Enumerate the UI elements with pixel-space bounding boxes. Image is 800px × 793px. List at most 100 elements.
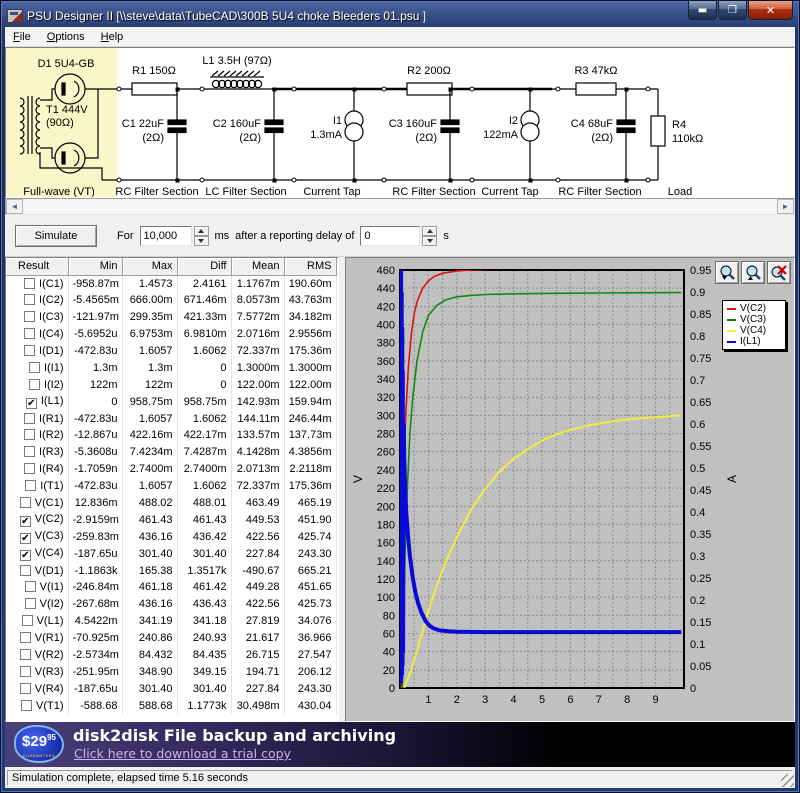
row-checkbox[interactable] xyxy=(20,565,31,576)
maximize-button[interactable]: ❒ xyxy=(718,1,747,20)
table-row[interactable]: I(C1)-958.87m1.45732.41611.1767m190.60m xyxy=(6,275,336,292)
schematic-canvas[interactable]: D1 5U4-GB T1 444V (90Ω) R1 150Ω L1 3.5H … xyxy=(5,47,795,198)
label-t1-sub: (90Ω) xyxy=(46,117,74,129)
table-row[interactable]: I(C3)-121.97m299.35m421.33m7.5772m34.182… xyxy=(6,309,336,326)
svg-text:380: 380 xyxy=(377,338,395,350)
col-mean[interactable]: Mean xyxy=(231,258,284,275)
row-checkbox[interactable] xyxy=(20,632,31,643)
cell-rms: 137.73m xyxy=(284,427,336,444)
row-checkbox[interactable] xyxy=(24,328,35,339)
row-checkbox[interactable]: ✔ xyxy=(20,550,31,561)
menu-help[interactable]: Help xyxy=(93,28,132,46)
table-row[interactable]: I(I1)1.3m1.3m01.3000m1.3000m xyxy=(6,359,336,376)
cell-mean: -490.67 xyxy=(231,562,284,579)
row-checkbox[interactable] xyxy=(20,649,31,660)
table-row[interactable]: ✔I(L1)0958.75m958.75m142.93m159.94m xyxy=(6,393,336,410)
row-checkbox[interactable] xyxy=(25,598,36,609)
table-row[interactable]: I(I2)122m122m0122.00m122.00m xyxy=(6,376,336,393)
row-checkbox[interactable] xyxy=(22,615,33,626)
table-row[interactable]: V(D1)-1.1863k165.381.3517k-490.67665.21 xyxy=(6,562,336,579)
row-checkbox[interactable] xyxy=(20,497,31,508)
delay-input[interactable] xyxy=(360,226,420,246)
delay-spin-down[interactable] xyxy=(422,236,437,246)
delay-spin-up[interactable] xyxy=(422,226,437,236)
duration-spin-down[interactable] xyxy=(194,236,209,246)
table-row[interactable]: V(L1)4.5422m341.19341.1827.81934.076 xyxy=(6,613,336,630)
table-row[interactable]: V(I1)-246.84m461.18461.42449.28451.65 xyxy=(6,579,336,596)
row-checkbox[interactable] xyxy=(24,311,35,322)
col-rms[interactable]: RMS xyxy=(284,258,336,275)
minimize-button[interactable]: ▬ xyxy=(688,1,717,20)
title-bar[interactable]: PSU Designer II [\\steve\data\TubeCAD\30… xyxy=(5,5,795,27)
table-row[interactable]: I(R3)-5.3608u7.4234m7.4287m4.1428m4.3856… xyxy=(6,444,336,461)
cell-rms: 2.9556m xyxy=(284,326,336,343)
row-checkbox[interactable] xyxy=(24,278,35,289)
menu-file[interactable]: File xyxy=(5,28,39,46)
col-result[interactable]: Result xyxy=(6,258,68,275)
zoom-out-icon[interactable] xyxy=(741,261,765,284)
svg-text:7: 7 xyxy=(596,694,602,706)
results-header[interactable]: Result Min Max Diff Mean RMS xyxy=(6,258,336,275)
table-row[interactable]: V(I2)-267.68m436.16436.43422.56425.73 xyxy=(6,596,336,613)
table-row[interactable]: I(C4)-5.6952u6.9753m6.9810m2.0716m2.9556… xyxy=(6,326,336,343)
row-checkbox[interactable]: ✔ xyxy=(20,516,31,527)
row-checkbox[interactable] xyxy=(20,683,31,694)
ad-banner[interactable]: $2995 GUARANTEED disk2disk File backup a… xyxy=(5,722,795,767)
table-row[interactable]: I(R1)-472.83u1.60571.6062144.11m246.44m xyxy=(6,410,336,427)
table-row[interactable]: ✔V(C3)-259.83m436.16436.42422.56425.74 xyxy=(6,528,336,545)
svg-text:0.05: 0.05 xyxy=(690,661,711,673)
row-checkbox[interactable] xyxy=(24,413,35,424)
current-source-i2 xyxy=(521,89,539,180)
simulate-button[interactable]: Simulate xyxy=(15,225,97,247)
table-row[interactable]: V(R2)-2.5734m84.43284.43526.71527.547 xyxy=(6,647,336,664)
window-title: PSU Designer II [\\steve\data\TubeCAD\30… xyxy=(27,9,426,23)
table-row[interactable]: V(T1)-588.68588.681.1773k30.498m430.04 xyxy=(6,697,336,714)
col-diff[interactable]: Diff xyxy=(177,258,231,275)
scroll-track[interactable] xyxy=(23,199,777,214)
table-row[interactable]: I(D1)-472.83u1.60571.606272.337m175.36m xyxy=(6,343,336,360)
row-checkbox[interactable] xyxy=(29,379,40,390)
table-row[interactable]: V(R1)-70.925m240.86240.9321.61736.966 xyxy=(6,630,336,647)
row-checkbox[interactable] xyxy=(21,700,32,711)
table-row[interactable]: I(C2)-5.4565m666.00m671.46m8.0573m43.763… xyxy=(6,292,336,309)
cell-mean: 194.71 xyxy=(231,663,284,680)
scroll-left-icon[interactable]: ◄ xyxy=(6,199,23,214)
cell-min: 12.836m xyxy=(68,495,122,512)
cell-rms: 190.60m xyxy=(284,275,336,292)
zoom-reset-icon[interactable] xyxy=(767,261,791,284)
close-button[interactable]: ✕ xyxy=(748,1,793,20)
row-checkbox[interactable] xyxy=(25,581,36,592)
row-checkbox[interactable] xyxy=(29,362,40,373)
zoom-in-icon[interactable] xyxy=(715,261,739,284)
col-min[interactable]: Min xyxy=(68,258,122,275)
cell-mean: 1.3000m xyxy=(231,359,284,376)
scroll-right-icon[interactable]: ► xyxy=(777,199,794,214)
row-checkbox[interactable] xyxy=(24,463,35,474)
table-row[interactable]: I(R2)-12.867u422.16m422.17m133.57m137.73… xyxy=(6,427,336,444)
capacitor-c4 xyxy=(617,89,635,180)
resize-grip[interactable] xyxy=(781,774,794,787)
row-checkbox[interactable] xyxy=(24,446,35,457)
ad-download-link[interactable]: Click here to download a trial copy xyxy=(74,746,291,761)
cell-max: 6.9753m xyxy=(122,326,177,343)
duration-spin-up[interactable] xyxy=(194,226,209,236)
row-checkbox[interactable]: ✔ xyxy=(26,398,37,409)
table-row[interactable]: V(R4)-187.65u301.40301.40227.84243.30 xyxy=(6,680,336,697)
row-checkbox[interactable] xyxy=(24,345,35,356)
table-row[interactable]: I(T1)-472.83u1.60571.606272.337m175.36m xyxy=(6,478,336,495)
table-row[interactable]: V(C1)12.836m488.02488.01463.49465.19 xyxy=(6,495,336,512)
col-max[interactable]: Max xyxy=(122,258,177,275)
row-checkbox[interactable] xyxy=(24,294,35,305)
menu-options[interactable]: Options xyxy=(39,28,93,46)
row-checkbox[interactable] xyxy=(25,480,36,491)
row-checkbox[interactable] xyxy=(20,666,31,677)
row-checkbox[interactable] xyxy=(24,429,35,440)
table-row[interactable]: V(R3)-251.95m348.90349.15194.71206.12 xyxy=(6,663,336,680)
duration-input[interactable] xyxy=(140,226,192,246)
schematic-hscrollbar[interactable]: ◄ ► xyxy=(5,198,795,215)
table-row[interactable]: ✔V(C4)-187.65u301.40301.40227.84243.30 xyxy=(6,545,336,562)
table-row[interactable]: I(R4)-1.7059n2.7400m2.7400m2.0713m2.2118… xyxy=(6,461,336,478)
section-label: Current Tap xyxy=(303,186,360,197)
table-row[interactable]: ✔V(C2)-2.9159m461.43461.43449.53451.90 xyxy=(6,511,336,528)
row-checkbox[interactable]: ✔ xyxy=(20,533,31,544)
